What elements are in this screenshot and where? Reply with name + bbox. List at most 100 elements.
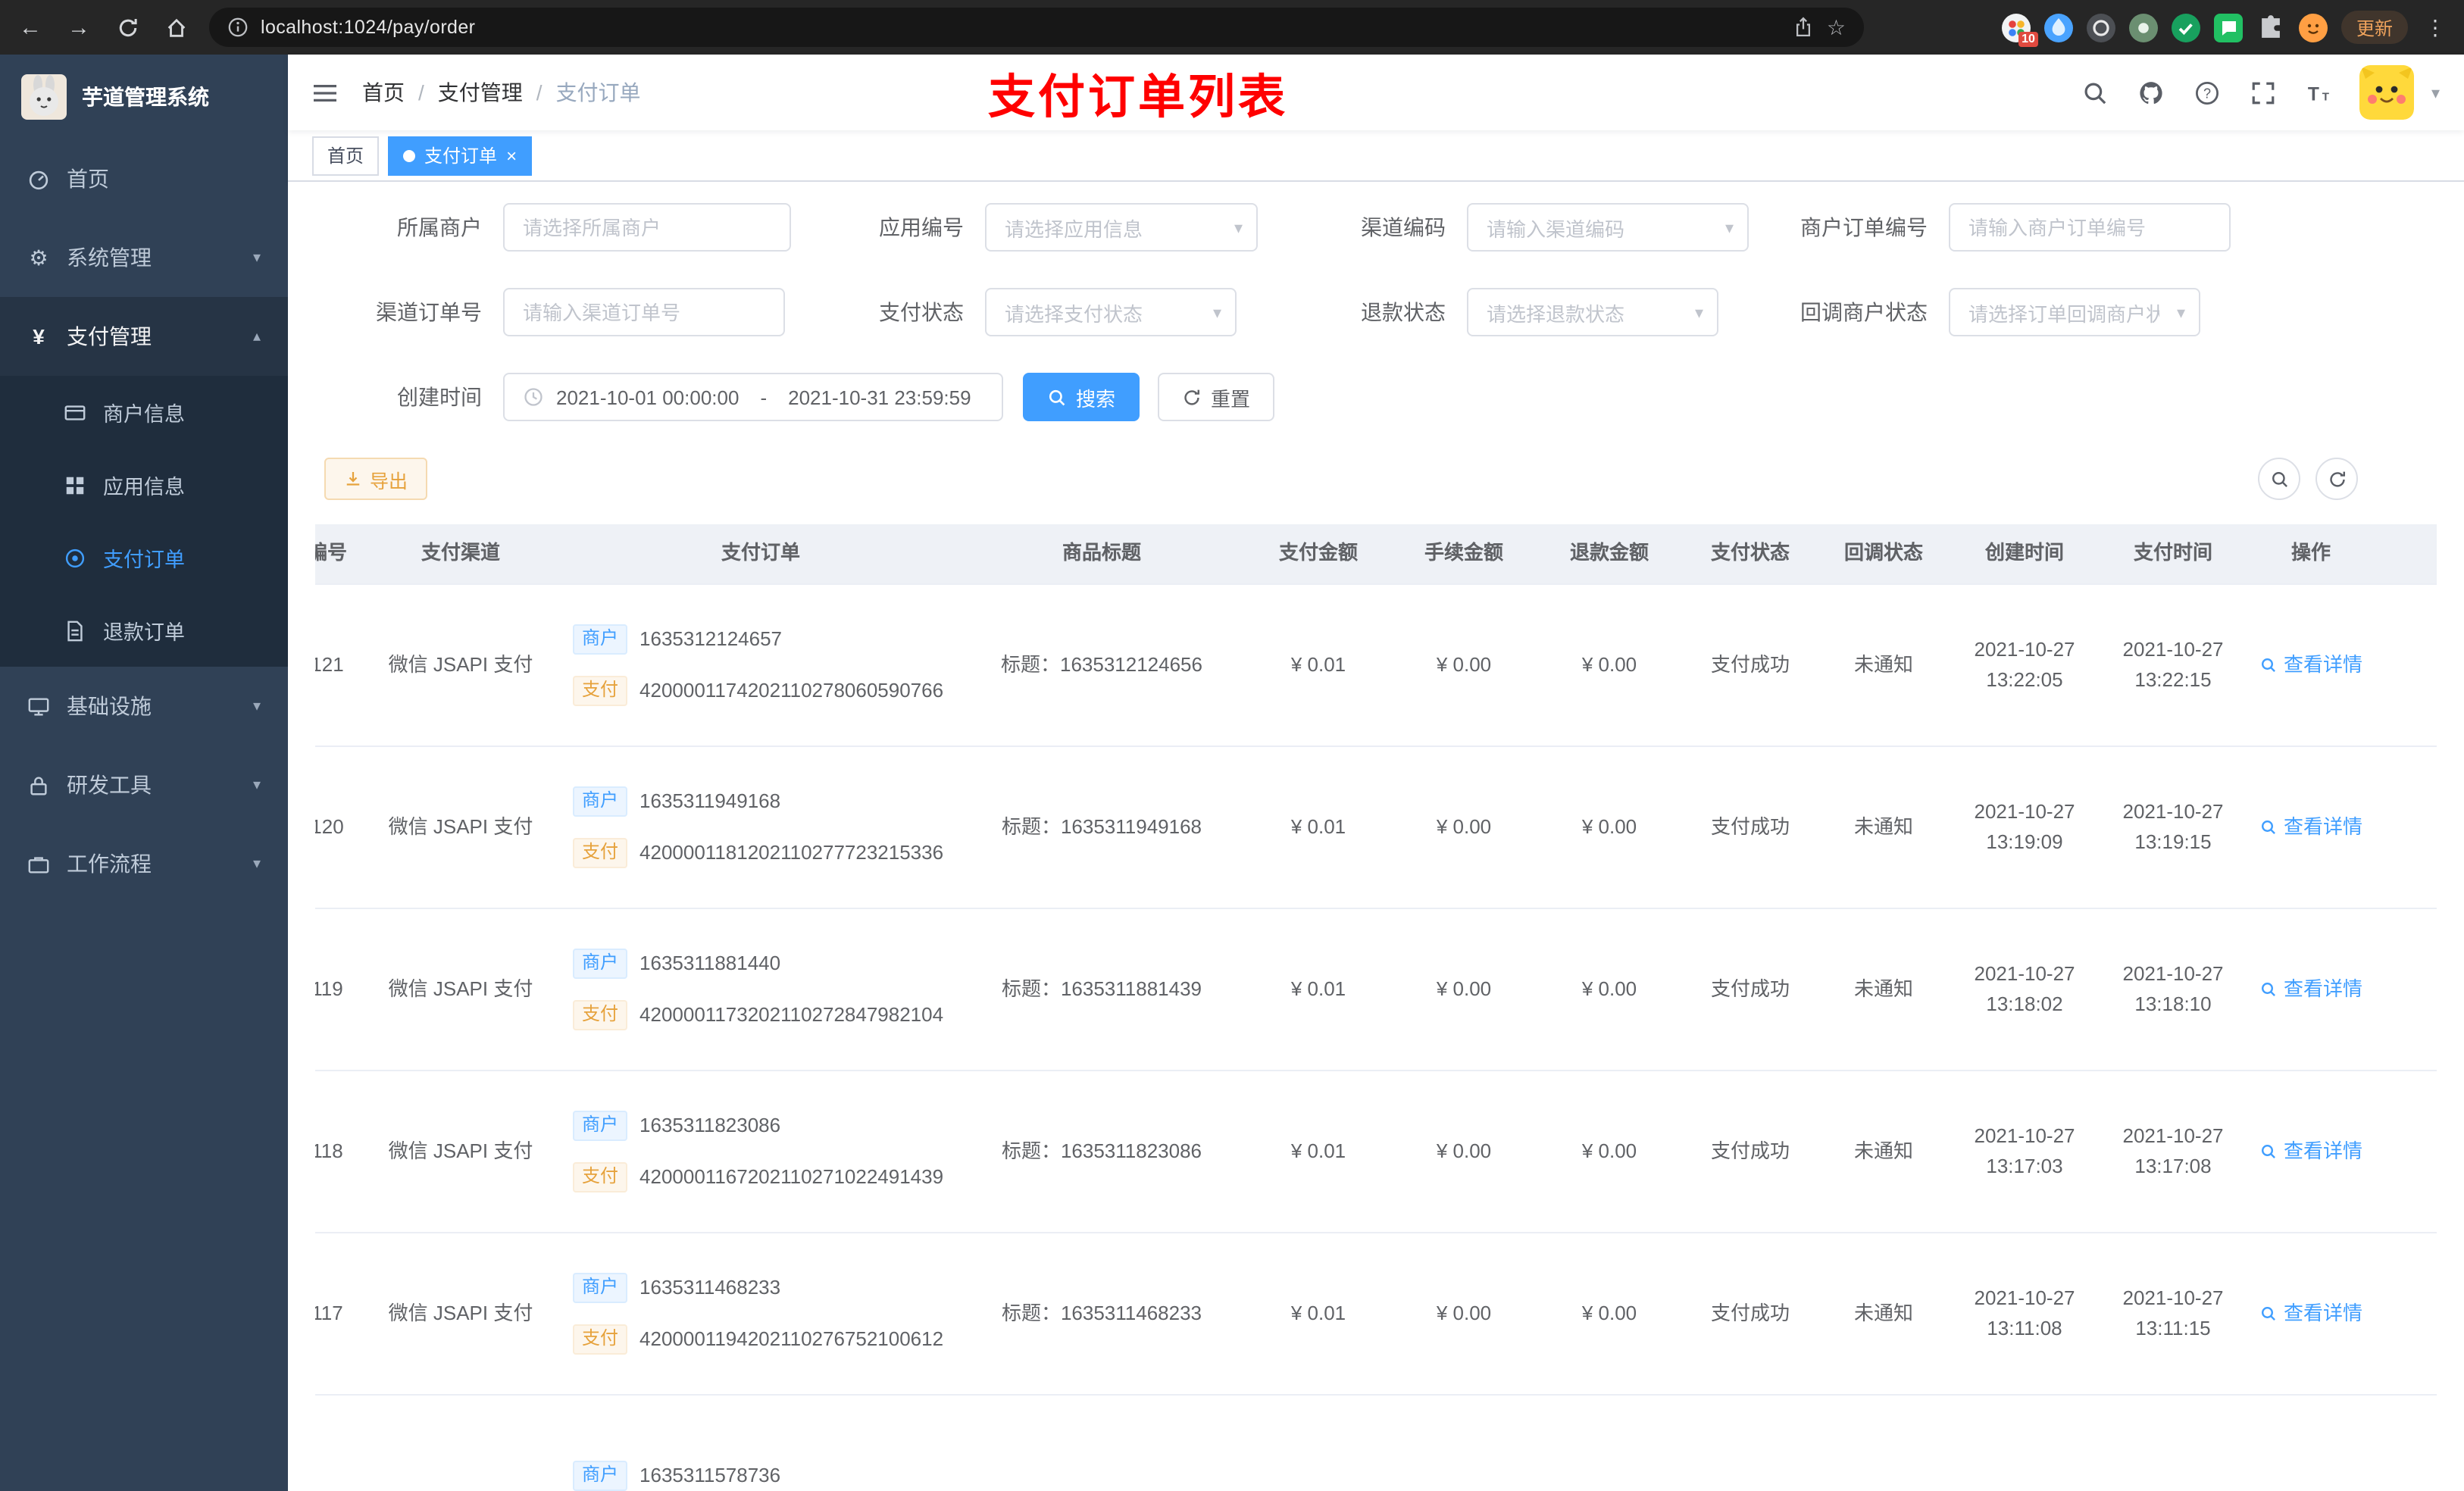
cell-fee: ¥ 0.00: [1436, 977, 1492, 1000]
sidebar-toggle-button[interactable]: [312, 81, 338, 104]
view-detail-link[interactable]: 查看详情: [2259, 813, 2362, 842]
channel-order-no: 4200001167202110271022491439: [639, 1164, 944, 1188]
avatar-dropdown-caret[interactable]: ▾: [2431, 83, 2440, 102]
chevron-down-icon: ▾: [252, 249, 261, 266]
help-icon[interactable]: ?: [2192, 77, 2222, 108]
sidebar-item-merchant-info[interactable]: 商户信息: [0, 376, 288, 449]
cell-pay-time: 2021-10-27 13:19:15: [2122, 799, 2224, 852]
col-amount: 支付金额: [1278, 541, 1358, 564]
extension-badge: 10: [2018, 31, 2038, 46]
refund-status-select[interactable]: 请选择退款状态 ▾: [1467, 288, 1718, 336]
table-row: 119 微信 JSAPI 支付 商户 1635311881440 支付 420000…: [315, 909, 2437, 1071]
sidebar-item-infra[interactable]: 基础设施 ▾: [0, 667, 288, 746]
cell-pay-time: 2021-10-27 13:22:15: [2122, 637, 2224, 690]
sidebar-item-workflow[interactable]: 工作流程 ▾: [0, 824, 288, 903]
dashboard-icon: [27, 167, 50, 190]
browser-forward-button[interactable]: →: [64, 12, 94, 42]
table-toolbar: 导出: [315, 458, 2437, 500]
app-shell: 芋道管理系统 首页 ⚙ 系统管理 ▾ ¥ 支付管理 ▴ 商户信息 应用信息 支付…: [0, 55, 2464, 1491]
address-bar[interactable]: localhost:1024/pay/order ☆: [209, 8, 1864, 47]
reset-button[interactable]: 重置: [1158, 373, 1275, 421]
sidebar-item-system[interactable]: ⚙ 系统管理 ▾: [0, 218, 288, 297]
extension-icon[interactable]: [2128, 13, 2158, 42]
view-detail-link[interactable]: 查看详情: [2259, 1299, 2362, 1328]
select-placeholder: 请选择退款状态: [1487, 302, 1625, 325]
cell-id: 121: [315, 652, 344, 676]
merchant-order-no: 1635311881440: [639, 951, 781, 974]
view-detail-link[interactable]: 查看详情: [2259, 975, 2362, 1004]
cell-channel: 微信 JSAPI 支付: [388, 652, 533, 676]
table-row: 121 微信 JSAPI 支付 商户 1635312124657 支付 420000…: [315, 585, 2437, 747]
view-detail-link[interactable]: 查看详情: [2259, 1137, 2362, 1166]
notify-status-select[interactable]: 请选择订单回调商户状态 ▾: [1949, 288, 2200, 336]
merchant-order-input[interactable]: [1949, 203, 2231, 252]
sidebar-item-home[interactable]: 首页: [0, 139, 288, 218]
cell-action: 查看详情: [2246, 975, 2376, 1004]
extensions-puzzle-icon[interactable]: [2256, 13, 2285, 42]
github-icon[interactable]: [2136, 77, 2166, 108]
search-button[interactable]: 搜索: [1023, 373, 1140, 421]
pay-status-select[interactable]: 请选择支付状态 ▾: [985, 288, 1237, 336]
pay-tag: 支付: [573, 1000, 628, 1030]
profile-avatar-icon[interactable]: [2298, 13, 2328, 42]
grid-icon: [64, 474, 86, 496]
merchant-tag: 商户: [573, 786, 628, 817]
tab-home[interactable]: 首页: [312, 136, 380, 175]
navbar-actions: ? TT ▾: [2080, 65, 2440, 120]
col-action: 操作: [2290, 541, 2331, 564]
cell-amount: ¥ 0.01: [1290, 1139, 1346, 1162]
user-avatar[interactable]: [2359, 65, 2415, 120]
channel-code-select[interactable]: 请输入渠道编码 ▾: [1467, 203, 1749, 252]
bookmark-star-icon[interactable]: ☆: [1827, 14, 1846, 40]
browser-reload-button[interactable]: [112, 12, 142, 42]
browser-back-button[interactable]: ←: [15, 12, 45, 42]
table-mini-actions: [2258, 458, 2358, 500]
app-logo[interactable]: 芋道管理系统: [0, 55, 288, 139]
table-header: 编号 支付渠道 支付订单 商品标题 支付金额 手续金额 退款金额 支付状态 回调…: [315, 524, 2437, 585]
toggle-search-button[interactable]: [2258, 458, 2300, 500]
view-detail-link[interactable]: 查看详情: [2259, 651, 2362, 680]
sidebar-item-dev-tools[interactable]: 研发工具 ▾: [0, 746, 288, 824]
filter-create-time: 创建时间 2021-10-01 00:00:00 - 2021-10-31 23…: [324, 373, 1003, 421]
browser-update-button[interactable]: 更新: [2340, 11, 2408, 44]
sidebar-item-label: 系统管理: [67, 245, 152, 270]
share-icon[interactable]: [1793, 17, 1815, 38]
tab-pay-order[interactable]: 支付订单 ×: [388, 136, 533, 175]
merchant-input[interactable]: [503, 203, 791, 252]
date-range-input[interactable]: 2021-10-01 00:00:00 - 2021-10-31 23:59:5…: [503, 373, 1003, 421]
browser-menu-button[interactable]: ⋮: [2422, 14, 2449, 40]
pay-tag: 支付: [573, 1162, 628, 1192]
cell-order: 商户 1635312124657 支付 4200001174202110278060…: [552, 624, 958, 706]
screen: ← → localhost:1024/pay/order ☆ 10 更新 ⋮ 芋…: [0, 0, 2464, 1491]
sidebar-item-app-info[interactable]: 应用信息: [0, 449, 288, 521]
browser-home-button[interactable]: [161, 12, 191, 42]
cell-title: 标题：1635312124656: [1001, 652, 1202, 676]
cell-amount: ¥ 0.01: [1290, 814, 1346, 838]
breadcrumb-pay[interactable]: 支付管理: [438, 77, 523, 108]
extension-icon[interactable]: [2086, 13, 2115, 42]
sidebar-item-pay[interactable]: ¥ 支付管理 ▴: [0, 297, 288, 376]
search-icon: [2261, 1145, 2275, 1158]
briefcase-icon: [27, 852, 50, 875]
extension-icon[interactable]: [2171, 13, 2200, 42]
reset-button-label: 重置: [1211, 387, 1251, 410]
sidebar-item-refund-order[interactable]: 退款订单: [0, 594, 288, 667]
refresh-table-button[interactable]: [2315, 458, 2358, 500]
sidebar-item-pay-order[interactable]: 支付订单: [0, 521, 288, 594]
export-button[interactable]: 导出: [324, 458, 428, 500]
font-size-icon[interactable]: TT: [2304, 77, 2334, 108]
app-select[interactable]: 请选择应用信息 ▾: [985, 203, 1258, 252]
home-icon: [167, 17, 185, 36]
search-icon[interactable]: [2080, 77, 2110, 108]
channel-order-input[interactable]: [503, 288, 785, 336]
breadcrumb-home[interactable]: 首页: [362, 77, 405, 108]
extension-icon[interactable]: 10: [2001, 13, 2038, 46]
close-icon[interactable]: ×: [506, 146, 517, 164]
site-info-icon[interactable]: [227, 17, 249, 38]
extension-icon[interactable]: [2213, 13, 2243, 42]
fullscreen-icon[interactable]: [2248, 77, 2278, 108]
extension-icon[interactable]: [2043, 13, 2073, 42]
merchant-tag: 商户: [573, 1273, 628, 1303]
target-icon: [64, 546, 86, 569]
page-title-annotation: 支付订单列表: [988, 70, 1288, 123]
